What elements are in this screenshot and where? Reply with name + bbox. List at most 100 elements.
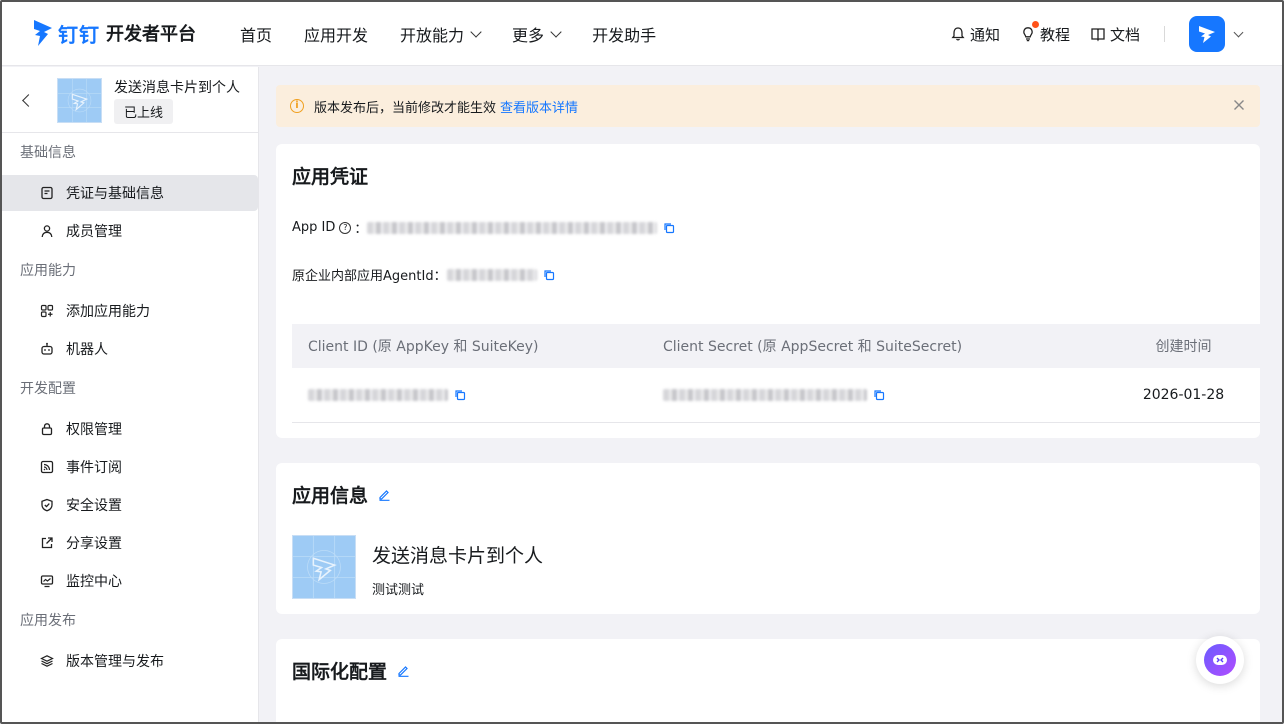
sidebar-item-events[interactable]: 事件订阅 xyxy=(2,449,258,485)
sidebar-item-label: 分享设置 xyxy=(66,536,122,552)
robot-icon xyxy=(41,342,53,355)
brand-name: 钉钉 xyxy=(58,22,100,47)
copy-icon[interactable] xyxy=(873,389,885,401)
credentials-table: Client ID (原 AppKey 和 SuiteKey) Client S… xyxy=(292,324,1260,423)
agent-id-label: 原企业内部应用AgentId xyxy=(292,269,434,284)
app-info-card: 应用信息 发送消息卡片到个人 测试测试 xyxy=(276,463,1260,614)
i18n-title-text: 国际化配置 xyxy=(292,661,388,683)
copy-icon[interactable] xyxy=(543,269,555,281)
nav-dev-assistant[interactable]: 开发助手 xyxy=(592,22,656,46)
bulb-icon xyxy=(1023,27,1033,42)
credentials-card: 应用凭证 App ID ? ： 原企业内部应用AgentId ： Client … xyxy=(276,144,1260,438)
app-window: 钉钉 开发者平台 首页 应用开发 开放能力 更多 开发助手 通知 教程 文档 发… xyxy=(0,0,1284,724)
sidebar-group-release: 应用发布 xyxy=(20,613,76,629)
sidebar-group-capability: 应用能力 xyxy=(20,263,76,279)
rss-icon xyxy=(40,460,54,474)
sidebar-item-members[interactable]: 成员管理 xyxy=(2,213,258,249)
agent-id-row: 原企业内部应用AgentId ： xyxy=(292,265,555,284)
sidebar-item-label: 安全设置 xyxy=(66,498,122,514)
sidebar-item-permissions[interactable]: 权限管理 xyxy=(2,411,258,447)
client-secret-cell xyxy=(647,389,1107,401)
shield-icon xyxy=(41,498,53,512)
agent-id-value-masked xyxy=(446,268,537,281)
app-header: 发送消息卡片到个人 已上线 xyxy=(2,67,258,133)
edit-icon[interactable] xyxy=(397,664,410,677)
tutorial-button[interactable]: 教程 xyxy=(1020,20,1070,45)
notify-label: 通知 xyxy=(969,25,1000,44)
nav-app-dev[interactable]: 应用开发 xyxy=(304,22,368,46)
sidebar-item-label: 机器人 xyxy=(66,342,108,358)
docs-button[interactable]: 文档 xyxy=(1090,24,1140,45)
credentials-title: 应用凭证 xyxy=(292,166,369,188)
sidebar-item-versions[interactable]: 版本管理与发布 xyxy=(2,643,258,679)
chevron-down-icon xyxy=(550,26,562,38)
book-icon xyxy=(1091,28,1105,42)
app-id-row: App ID ? ： xyxy=(292,218,675,237)
lock-icon xyxy=(41,423,53,436)
bell-icon xyxy=(951,27,965,41)
dingtalk-logo-icon xyxy=(34,20,52,46)
status-badge: 已上线 xyxy=(114,99,174,124)
app-icon-large xyxy=(292,535,356,599)
client-id-cell xyxy=(292,389,647,401)
sidebar-item-label: 监控中心 xyxy=(66,574,122,590)
nav-open-capability[interactable]: 开放能力 xyxy=(400,22,482,46)
monitor-icon xyxy=(40,575,54,588)
right-nav: 通知 教程 文档 xyxy=(930,16,1244,52)
close-icon[interactable] xyxy=(1232,98,1246,112)
col-created: 创建时间 xyxy=(1155,339,1212,355)
apps-icon xyxy=(40,304,54,318)
share-icon xyxy=(41,537,53,549)
user-icon xyxy=(41,225,53,238)
chevron-down-icon[interactable] xyxy=(1233,27,1244,37)
nav-divider xyxy=(1164,26,1165,42)
avatar[interactable] xyxy=(1189,16,1225,52)
sidebar-item-robot[interactable]: 机器人 xyxy=(2,331,258,367)
sidebar-item-add-capability[interactable]: 添加应用能力 xyxy=(2,293,258,329)
colon: ： xyxy=(354,222,368,237)
main-content: i 版本发布后，当前修改才能生效 查看版本详情 应用凭证 App ID ? ： … xyxy=(260,67,1282,722)
notice-text: 版本发布后，当前修改才能生效 xyxy=(314,100,497,116)
sidebar-group-dev-config: 开发配置 xyxy=(20,381,76,397)
help-icon[interactable]: ? xyxy=(339,221,352,234)
logo[interactable]: 钉钉 开发者平台 xyxy=(32,16,196,50)
back-icon[interactable] xyxy=(22,94,35,107)
edit-icon[interactable] xyxy=(378,488,391,501)
sidebar-item-share[interactable]: 分享设置 xyxy=(2,525,258,561)
i18n-title: 国际化配置 xyxy=(292,657,410,684)
main-nav: 首页 应用开发 开放能力 更多 开发助手 xyxy=(240,22,688,46)
sidebar-item-label: 成员管理 xyxy=(66,224,122,240)
client-id-masked xyxy=(308,389,448,401)
client-secret-masked xyxy=(663,389,867,401)
chevron-down-icon xyxy=(470,26,482,38)
sidebar-item-label: 添加应用能力 xyxy=(66,304,150,320)
sidebar-item-monitor[interactable]: 监控中心 xyxy=(2,563,258,599)
col-client-id: Client ID (原 AppKey 和 SuiteKey) xyxy=(308,339,539,355)
sidebar-item-label: 凭证与基础信息 xyxy=(66,186,164,202)
copy-icon[interactable] xyxy=(454,389,466,401)
layers-icon xyxy=(40,655,54,667)
app-logo-icon xyxy=(58,79,101,122)
app-id-value-masked xyxy=(367,221,658,234)
sidebar-item-label: 权限管理 xyxy=(66,422,122,438)
new-badge xyxy=(1031,20,1039,28)
docs-label: 文档 xyxy=(1109,25,1140,44)
assistant-logo-icon xyxy=(1213,655,1227,665)
release-notice: i 版本发布后，当前修改才能生效 查看版本详情 xyxy=(276,85,1260,127)
app-id-label: App ID xyxy=(292,220,336,235)
assistant-float-button[interactable] xyxy=(1196,636,1244,684)
app-info-title: 应用信息 xyxy=(292,481,391,508)
nav-more[interactable]: 更多 xyxy=(512,22,562,46)
copy-icon[interactable] xyxy=(663,222,675,234)
app-logo-icon xyxy=(293,536,355,598)
view-version-link[interactable]: 查看版本详情 xyxy=(500,97,578,116)
colon: ： xyxy=(433,269,447,284)
sidebar-item-credentials[interactable]: 凭证与基础信息 xyxy=(2,175,258,211)
sidebar-item-label: 事件订阅 xyxy=(66,460,122,476)
tutorial-label: 教程 xyxy=(1039,25,1070,44)
notify-button[interactable]: 通知 xyxy=(950,24,1000,45)
sidebar-item-security[interactable]: 安全设置 xyxy=(2,487,258,523)
platform-title: 开发者平台 xyxy=(106,24,196,45)
nav-home[interactable]: 首页 xyxy=(240,22,272,46)
table-header: Client ID (原 AppKey 和 SuiteKey) Client S… xyxy=(292,324,1260,368)
